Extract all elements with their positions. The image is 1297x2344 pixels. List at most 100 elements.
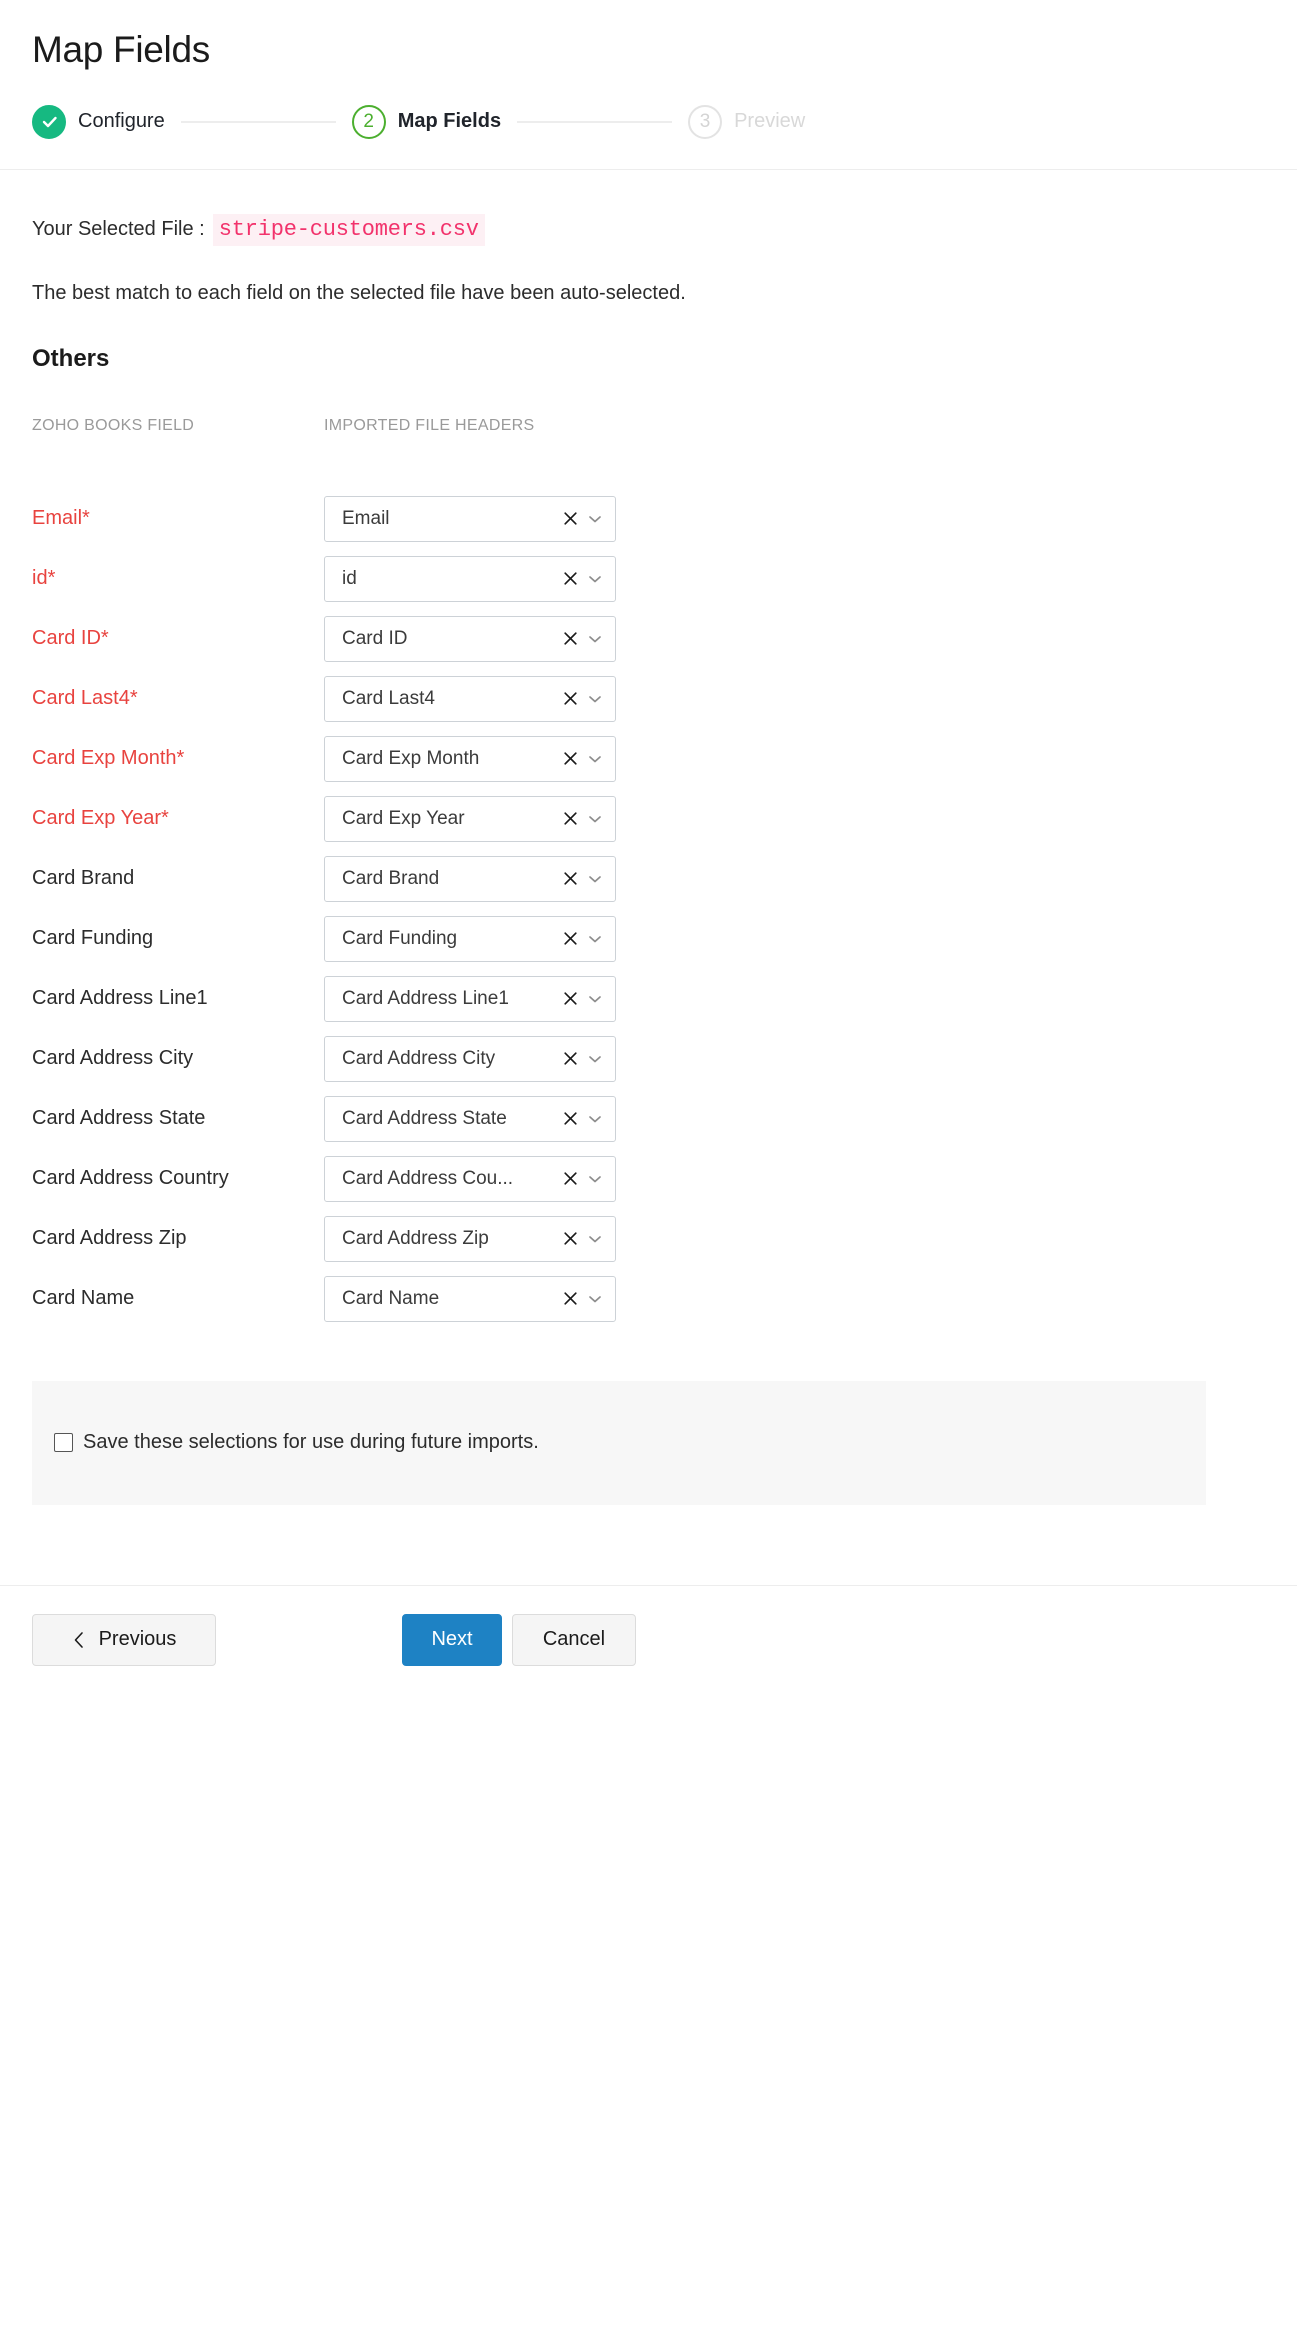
mapping-row: Email* Email — [32, 489, 1265, 549]
selected-file-name: stripe-customers.csv — [212, 213, 485, 246]
stepper-connector-2 — [517, 120, 673, 123]
step-1-bubble — [32, 104, 66, 139]
mapping-field-label: Card Address City — [32, 1047, 194, 1070]
close-icon[interactable] — [559, 1048, 581, 1070]
header-select-value: Card Address Line1 — [342, 987, 509, 1009]
mapping-field-label: Card Exp Year* — [32, 807, 169, 830]
header-select-value: Card Name — [342, 1287, 440, 1309]
close-icon[interactable] — [559, 1228, 581, 1250]
header-select[interactable]: Card Address Cou... — [324, 1155, 616, 1202]
check-icon — [40, 112, 59, 131]
mapping-row: Card Name Card Name — [32, 1269, 1265, 1329]
step-1-label: Configure — [78, 110, 165, 133]
chevron-left-icon — [72, 1630, 87, 1650]
mapping-field-label: Card Brand — [32, 867, 135, 890]
chevron-down-icon[interactable] — [585, 569, 605, 589]
mapping-field-label: Card Address State — [32, 1107, 206, 1130]
chevron-down-icon[interactable] — [585, 989, 605, 1009]
close-icon[interactable] — [559, 1168, 581, 1190]
field-group-title: Others — [32, 344, 110, 372]
header-select[interactable]: Card Exp Year — [324, 795, 616, 842]
mapping-field-label: Card Address Line1 — [32, 987, 208, 1010]
close-icon[interactable] — [559, 868, 581, 890]
stepper: Configure 2 Map Fields 3 Preview — [32, 104, 1265, 169]
save-selections-checkbox[interactable] — [54, 1433, 73, 1453]
header-select-value: id — [342, 567, 357, 589]
header-select[interactable]: id — [324, 555, 616, 602]
mapping-field-label: Card Last4* — [32, 687, 138, 710]
mapping-field-label: Card Address Zip — [32, 1227, 187, 1250]
step-2-bubble: 2 — [351, 104, 386, 139]
header-select[interactable]: Card Address City — [324, 1035, 616, 1082]
chevron-down-icon[interactable] — [585, 689, 605, 709]
header-select[interactable]: Card Brand — [324, 855, 616, 902]
mapping-field-label: Card Address Country — [32, 1167, 229, 1190]
close-icon[interactable] — [559, 748, 581, 770]
close-icon[interactable] — [559, 568, 581, 590]
footer-actions: Previous Next Cancel — [0, 1586, 1297, 1666]
header-select[interactable]: Card Address State — [324, 1095, 616, 1142]
mapping-row: Card Brand Card Brand — [32, 849, 1265, 909]
close-icon[interactable] — [559, 508, 581, 530]
header-select[interactable]: Card Name — [324, 1275, 616, 1322]
close-icon[interactable] — [559, 628, 581, 650]
header-select[interactable]: Card Address Line1 — [324, 975, 616, 1022]
chevron-down-icon[interactable] — [585, 509, 605, 529]
chevron-down-icon[interactable] — [585, 809, 605, 829]
selected-file-row: Your Selected File : stripe-customers.cs… — [32, 213, 1265, 246]
chevron-down-icon[interactable] — [585, 869, 605, 889]
automatch-hint: The best match to each field on the sele… — [32, 281, 686, 304]
close-icon[interactable] — [559, 688, 581, 710]
page-header: Map Fields Configure 2 Map Fields 3 Prev… — [0, 0, 1297, 169]
mapping-row: Card Exp Month* Card Exp Month — [32, 729, 1265, 789]
page-title: Map Fields — [32, 29, 210, 70]
save-selections-panel: Save these selections for use during fut… — [32, 1380, 1206, 1505]
mapping-row: Card Address Zip Card Address Zip — [32, 1209, 1265, 1269]
header-select[interactable]: Card Address Zip — [324, 1215, 616, 1262]
mapping-field-label: Card Name — [32, 1287, 135, 1310]
stepper-step-configure[interactable]: Configure — [32, 104, 165, 139]
mapping-row: id* id — [32, 549, 1265, 609]
header-select-value: Email — [342, 507, 390, 529]
chevron-down-icon[interactable] — [585, 1049, 605, 1069]
header-select[interactable]: Card Last4 — [324, 675, 616, 722]
step-2-label: Map Fields — [397, 110, 502, 133]
close-icon[interactable] — [559, 1108, 581, 1130]
chevron-down-icon[interactable] — [585, 1109, 605, 1129]
header-select-value: Card Address City — [342, 1047, 496, 1069]
mapping-field-label: id* — [32, 567, 56, 590]
mapping-field-label: Email* — [32, 507, 90, 530]
step-3-label: Preview — [734, 110, 806, 133]
cancel-button[interactable]: Cancel — [512, 1613, 636, 1666]
save-selections-label: Save these selections for use during fut… — [83, 1431, 539, 1454]
chevron-down-icon[interactable] — [585, 929, 605, 949]
previous-button[interactable]: Previous — [32, 1613, 216, 1666]
stepper-step-preview[interactable]: 3 Preview — [688, 104, 806, 139]
header-select[interactable]: Card ID — [324, 615, 616, 662]
chevron-down-icon[interactable] — [585, 1169, 605, 1189]
mapping-column-headers: ZOHO BOOKS FIELD IMPORTED FILE HEADERS — [32, 417, 1265, 435]
mapping-row: Card Last4* Card Last4 — [32, 669, 1265, 729]
header-select-value: Card Last4 — [342, 687, 435, 709]
close-icon[interactable] — [559, 928, 581, 950]
stepper-step-map-fields[interactable]: 2 Map Fields — [351, 104, 502, 139]
column-header-imported-headers: IMPORTED FILE HEADERS — [324, 416, 535, 434]
header-select[interactable]: Email — [324, 495, 616, 542]
chevron-down-icon[interactable] — [585, 749, 605, 769]
close-icon[interactable] — [559, 988, 581, 1010]
header-select[interactable]: Card Exp Month — [324, 735, 616, 782]
close-icon[interactable] — [559, 808, 581, 830]
chevron-down-icon[interactable] — [585, 629, 605, 649]
header-select-value: Card Exp Year — [342, 807, 465, 829]
chevron-down-icon[interactable] — [585, 1229, 605, 1249]
next-button[interactable]: Next — [402, 1613, 502, 1666]
main-content: Your Selected File : stripe-customers.cs… — [0, 170, 1297, 1505]
mapping-row: Card Address Line1 Card Address Line1 — [32, 969, 1265, 1029]
mapping-row: Card Address State Card Address State — [32, 1089, 1265, 1149]
close-icon[interactable] — [559, 1288, 581, 1310]
header-select-value: Card Address Zip — [342, 1227, 489, 1249]
header-select-value: Card ID — [342, 627, 408, 649]
header-select[interactable]: Card Funding — [324, 915, 616, 962]
mapping-field-label: Card ID* — [32, 627, 109, 650]
chevron-down-icon[interactable] — [585, 1289, 605, 1309]
